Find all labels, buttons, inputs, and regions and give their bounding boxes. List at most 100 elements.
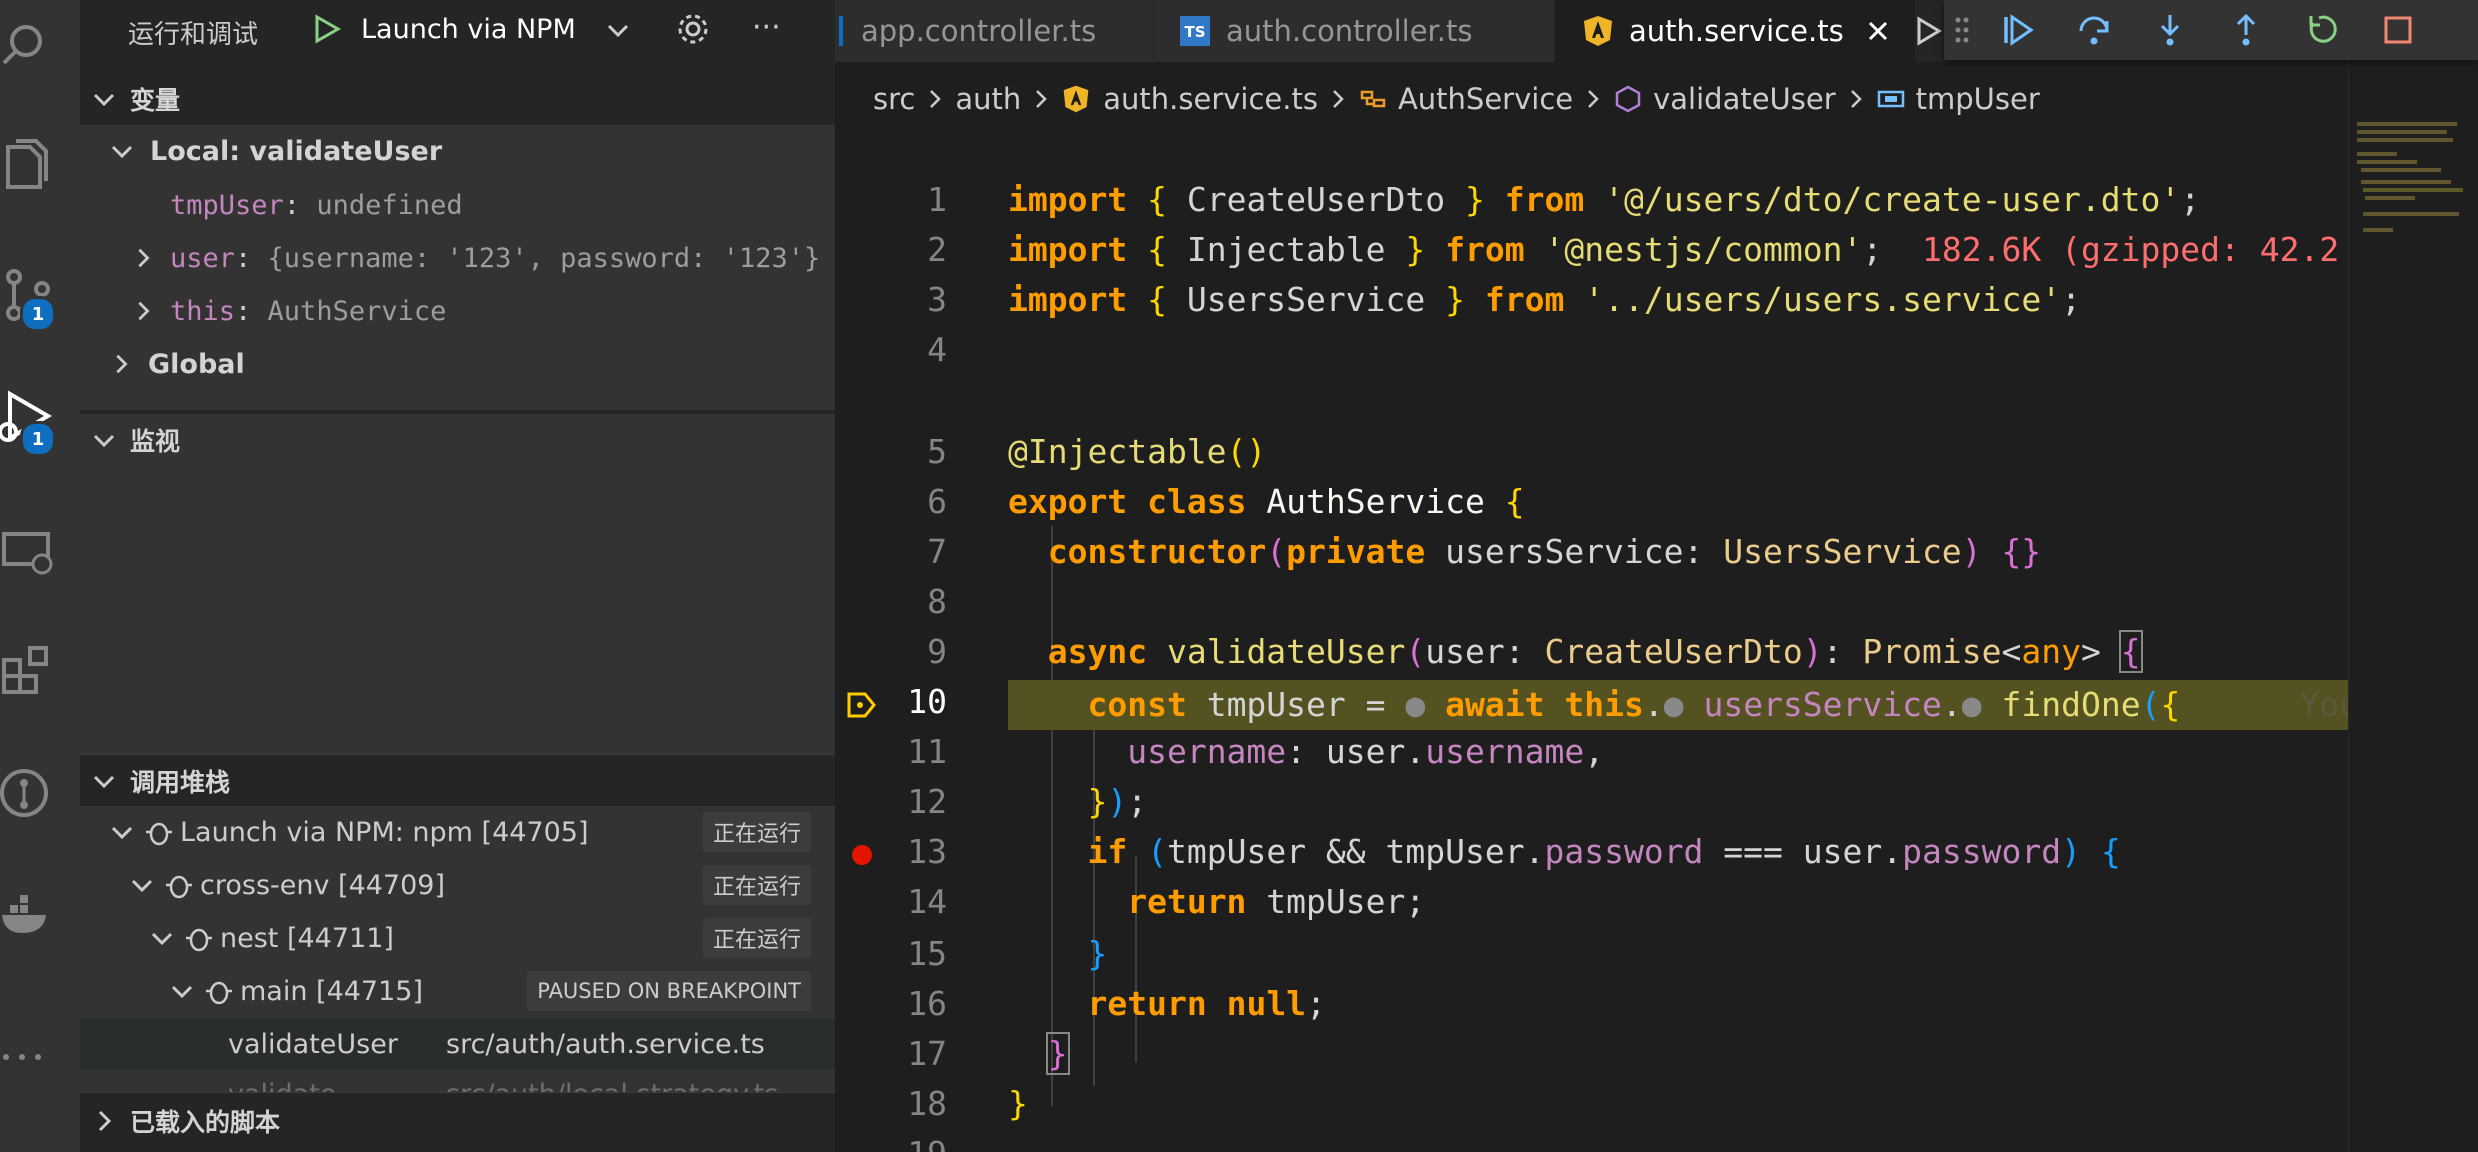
class-symbol-icon xyxy=(1360,90,1386,108)
call-stack-title: 调用堆栈 xyxy=(130,768,231,797)
more-icon[interactable] xyxy=(0,1000,80,1090)
tab-auth-service[interactable]: auth.service.ts xyxy=(1555,0,1916,62)
tab-auth-controller[interactable]: TS auth.controller.ts xyxy=(1154,0,1555,62)
chevron-down-icon[interactable] xyxy=(606,18,630,46)
line-number: 11 xyxy=(907,732,947,771)
call-stack-session[interactable]: cross-env [44709] 正在运行 xyxy=(80,859,835,911)
tab-label: auth.service.ts xyxy=(1629,14,1844,48)
git-graph-icon[interactable] xyxy=(0,748,80,838)
source-control-badge: 1 xyxy=(20,296,56,332)
chevron-down-icon xyxy=(93,775,115,789)
variables-panel: Local: validateUser tmpUser: undefined u… xyxy=(80,125,835,410)
code-line: import { Injectable } from '@nestjs/comm… xyxy=(1008,230,2340,269)
angular-service-icon xyxy=(1584,16,1612,46)
line-number: 10 xyxy=(907,682,947,721)
code-line: } xyxy=(1008,1084,1028,1123)
extensions-icon[interactable] xyxy=(0,625,80,715)
variable-item[interactable]: tmpUser: undefined xyxy=(80,179,835,231)
local-scope[interactable]: Local: validateUser xyxy=(80,125,835,177)
breadcrumb-item[interactable]: auth xyxy=(955,82,1021,116)
line-number: 18 xyxy=(907,1084,947,1123)
gear-icon[interactable] xyxy=(676,12,710,50)
line-number: 7 xyxy=(927,532,947,571)
chevron-down-icon xyxy=(111,145,133,159)
more-actions-icon[interactable]: ··· xyxy=(752,10,781,45)
line-number: 14 xyxy=(907,882,947,921)
step-out-icon[interactable] xyxy=(2208,0,2284,60)
chevron-right-icon xyxy=(98,1110,112,1132)
session-label: cross-env [44709] xyxy=(200,869,445,901)
stack-frame[interactable]: validate src/auth/local.strategy.ts xyxy=(80,1068,835,1093)
minimap-line xyxy=(2361,168,2441,172)
variable-name: this xyxy=(170,295,236,327)
breadcrumb-item[interactable]: AuthService xyxy=(1398,82,1573,116)
minimap-line xyxy=(2363,188,2463,192)
source-control-icon[interactable]: 1 xyxy=(0,250,80,340)
chevron-right-icon xyxy=(1333,90,1344,108)
variable-symbol-icon xyxy=(1877,90,1904,108)
bug-icon xyxy=(186,928,212,952)
tab-app-controller[interactable]: app.controller.ts xyxy=(835,0,1154,62)
start-debug-icon[interactable] xyxy=(312,14,342,48)
variables-header[interactable]: 变量 xyxy=(80,73,835,125)
watch-header[interactable]: 监视 xyxy=(80,414,835,466)
frame-file: src/auth/local.strategy.ts xyxy=(446,1079,778,1093)
search-icon[interactable] xyxy=(0,0,80,90)
breadcrumb-item[interactable]: tmpUser xyxy=(1916,82,2040,116)
line-number: 8 xyxy=(927,582,947,621)
step-into-icon[interactable] xyxy=(2132,0,2208,60)
frame-function: validate xyxy=(228,1079,446,1093)
code-line: return null; xyxy=(1087,984,1326,1023)
stack-frame[interactable]: validateUser src/auth/auth.service.ts xyxy=(80,1018,835,1070)
angular-service-icon xyxy=(1063,85,1089,113)
session-label: nest [44711] xyxy=(220,922,394,954)
close-icon[interactable] xyxy=(1866,19,1890,43)
debug-view-title: 运行和调试 xyxy=(128,20,259,50)
code-line: @Injectable() xyxy=(1008,432,1267,471)
method-symbol-icon xyxy=(1615,85,1641,113)
git-blame-hint: You xyxy=(2299,685,2348,724)
loaded-scripts-header[interactable]: 已载入的脚本 xyxy=(80,1092,835,1149)
breadcrumb: src auth auth.service.ts AuthService val… xyxy=(835,62,2478,136)
session-label: main [44715] xyxy=(240,975,424,1007)
docker-icon[interactable] xyxy=(0,870,80,960)
call-stack-session[interactable]: nest [44711] 正在运行 xyxy=(80,912,835,964)
continue-icon[interactable] xyxy=(1980,0,2056,60)
stop-icon[interactable] xyxy=(2360,0,2436,60)
chevron-right-icon xyxy=(1588,90,1599,108)
variable-name: tmpUser xyxy=(170,189,284,221)
chevron-down-icon xyxy=(93,434,115,448)
breadcrumb-item[interactable]: src xyxy=(873,82,915,116)
minimap-line xyxy=(2363,228,2393,232)
step-over-icon[interactable] xyxy=(2056,0,2132,60)
watch-title: 监视 xyxy=(130,427,181,456)
minimap-line xyxy=(2365,196,2415,200)
breadcrumb-item[interactable]: validateUser xyxy=(1653,82,1836,116)
minimap-line xyxy=(2357,160,2417,164)
debug-controls-toolbar xyxy=(1944,0,2478,60)
variable-item[interactable]: user: {username: '123', password: '123'} xyxy=(80,232,835,284)
call-stack-session[interactable]: Launch via NPM: npm [44705] 正在运行 xyxy=(80,806,835,858)
global-scope[interactable]: Global xyxy=(80,338,835,390)
call-stack-header[interactable]: 调用堆栈 xyxy=(80,754,835,807)
call-stack-session[interactable]: main [44715] PAUSED ON BREAKPOINT xyxy=(80,965,835,1017)
minimap-line xyxy=(2357,152,2397,156)
chevron-right-icon xyxy=(138,301,150,321)
minimap[interactable] xyxy=(2348,62,2478,1152)
line-number: 4 xyxy=(927,330,947,369)
line-number: 19 xyxy=(835,1134,947,1152)
code-line: export class AuthService { xyxy=(1008,482,1525,521)
variable-item[interactable]: this: AuthService xyxy=(80,285,835,337)
watch-panel xyxy=(80,466,835,754)
code-editor[interactable]: 1 2 3 4 5 6 7 8 9 10 11 12 13 14 15 16 1… xyxy=(835,136,2348,1152)
drag-handle-icon[interactable] xyxy=(1944,0,1980,60)
tab-label: auth.controller.ts xyxy=(1226,14,1473,48)
launch-config-select[interactable]: Launch via NPM xyxy=(361,14,576,45)
run-debug-icon[interactable]: 1 xyxy=(0,375,80,465)
breadcrumb-item[interactable]: auth.service.ts xyxy=(1103,82,1318,116)
restart-icon[interactable] xyxy=(2284,0,2360,60)
chevron-right-icon xyxy=(138,248,150,268)
run-tab-icon[interactable] xyxy=(1915,0,1945,62)
files-icon[interactable] xyxy=(0,120,80,210)
remote-explorer-icon[interactable] xyxy=(0,505,80,595)
